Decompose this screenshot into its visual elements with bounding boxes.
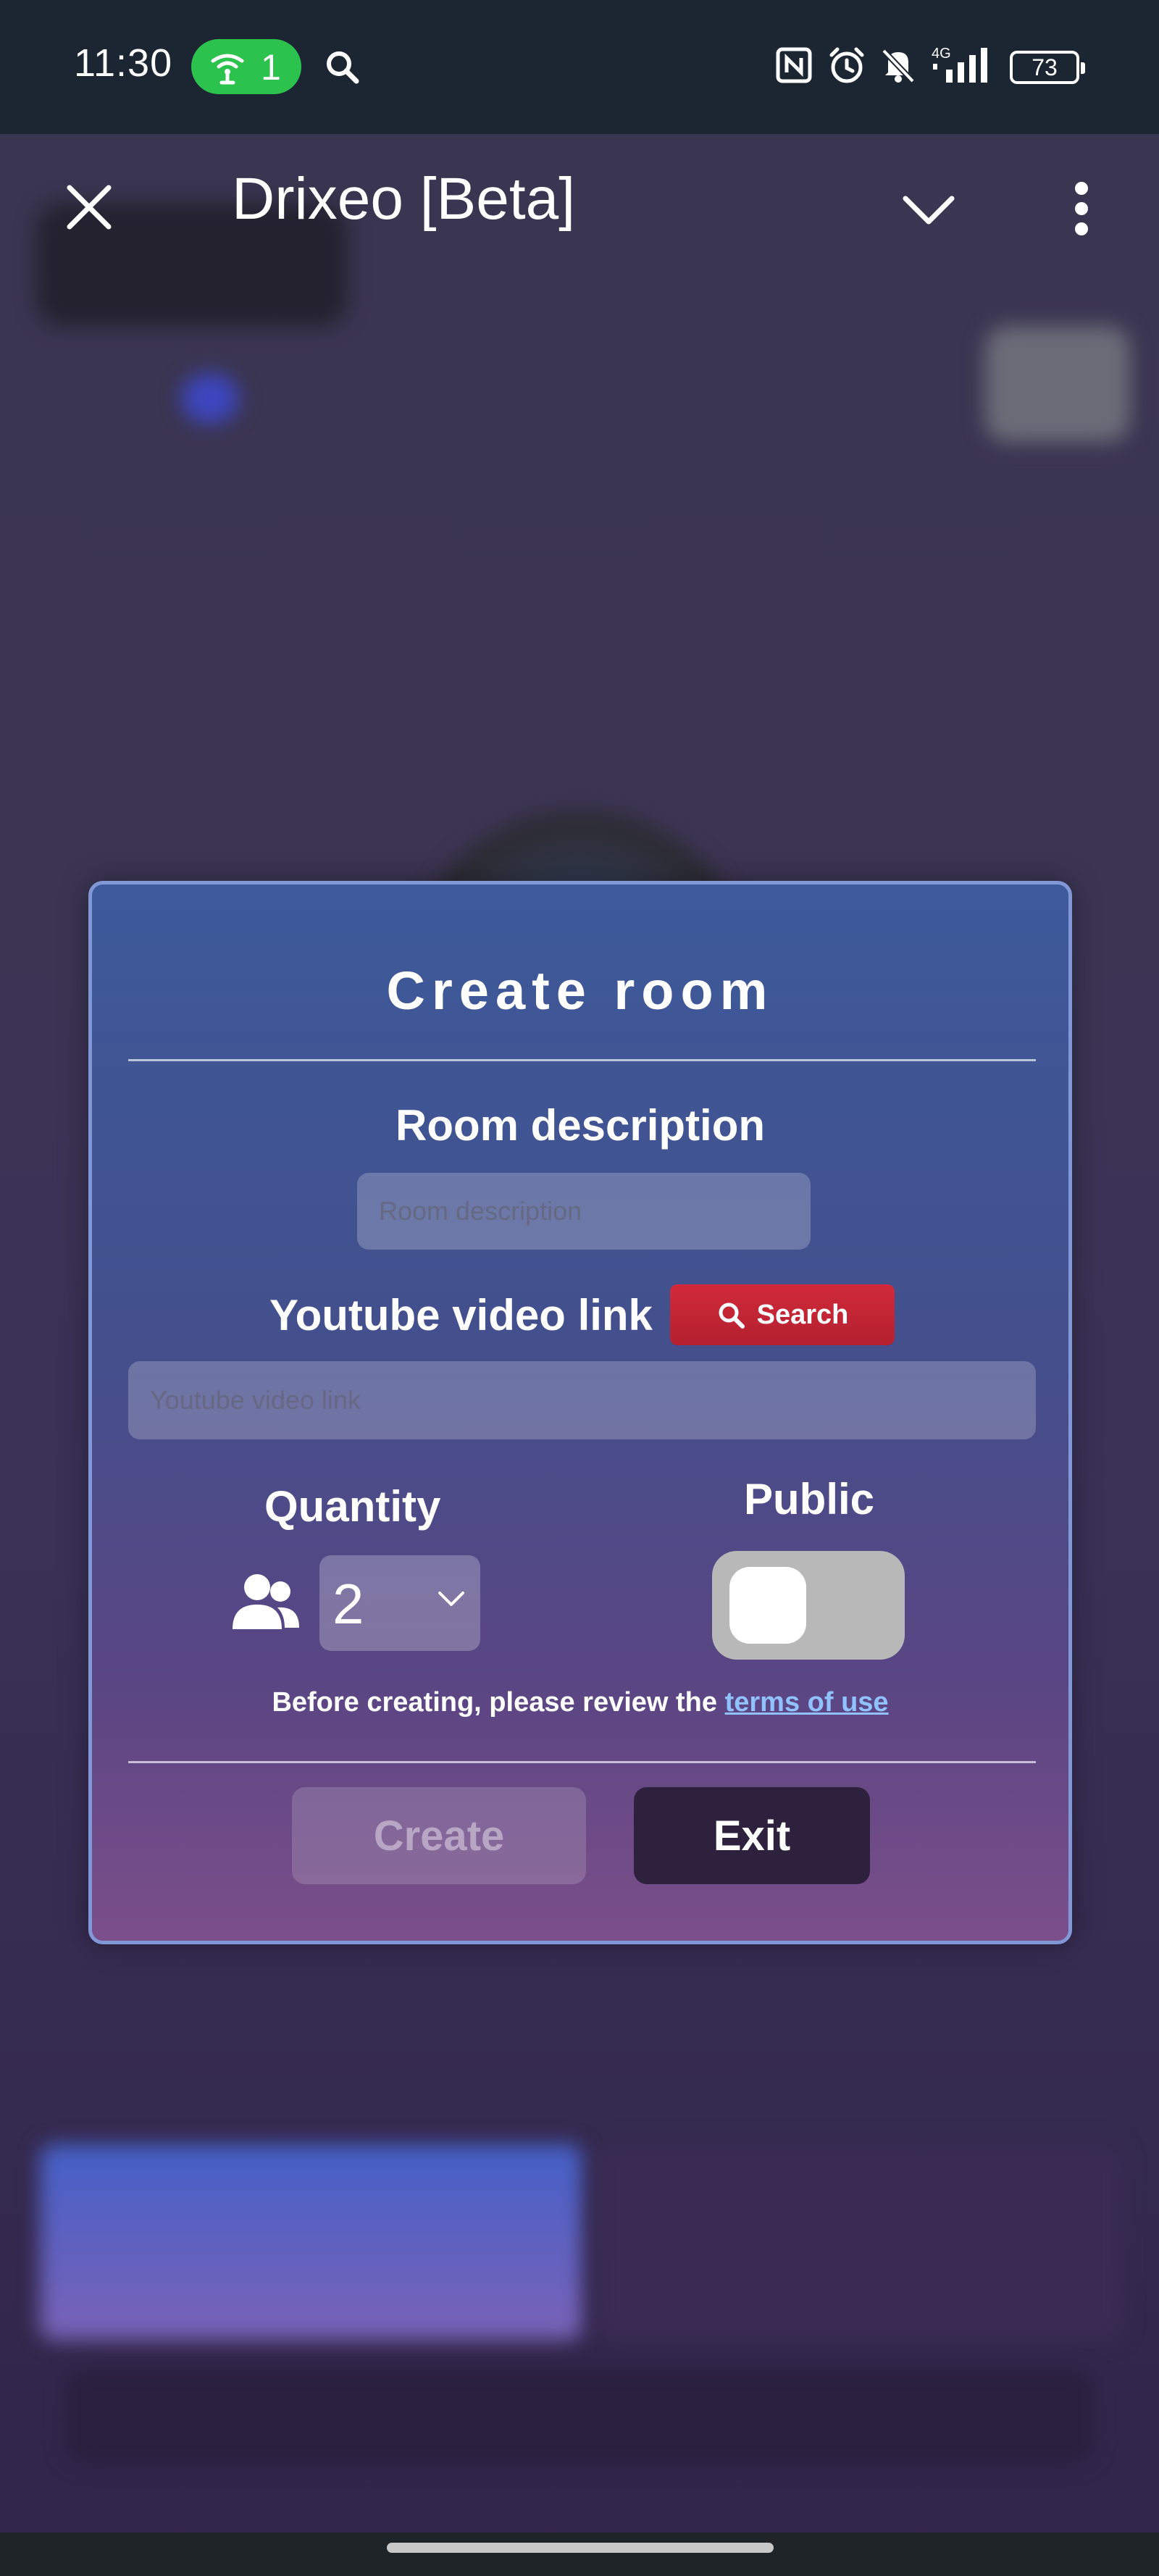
create-room-dialog: Create room Room description Youtube vid… xyxy=(88,881,1072,1944)
quantity-value: 2 xyxy=(332,1572,364,1636)
battery-icon: 73 xyxy=(1010,51,1085,84)
more-vert-icon[interactable] xyxy=(1072,181,1091,236)
room-description-input[interactable] xyxy=(357,1173,811,1250)
youtube-link-input[interactable] xyxy=(128,1361,1036,1439)
alarm-icon xyxy=(829,47,864,83)
hotspot-count: 1 xyxy=(261,47,281,88)
search-button-label: Search xyxy=(756,1299,849,1330)
search-icon xyxy=(719,1302,745,1329)
hotspot-icon xyxy=(211,54,244,85)
battery-level: 73 xyxy=(1032,54,1058,80)
public-label: Public xyxy=(744,1475,875,1523)
search-icon xyxy=(327,51,359,84)
dialog-title: Create room xyxy=(386,961,774,1021)
bg-tab-card-right xyxy=(594,2144,1123,2340)
bg-avatar xyxy=(985,326,1130,442)
close-icon[interactable] xyxy=(65,183,113,231)
chevron-down-icon[interactable] xyxy=(901,194,956,226)
footer-divider xyxy=(128,1761,1036,1763)
status-bar: 11:30 1 4G 73 Drixeo [Beta] xyxy=(0,0,1159,235)
bg-tab-card xyxy=(40,2144,583,2340)
chevron-down-icon xyxy=(438,1592,464,1606)
navigation-bar xyxy=(0,2533,1159,2576)
title-divider xyxy=(128,1059,1036,1061)
exit-button[interactable]: Exit xyxy=(634,1787,870,1884)
terms-of-use-link[interactable]: terms of use xyxy=(725,1687,889,1718)
terms-prefix: Before creating, please review the xyxy=(272,1687,725,1718)
signal-4g-icon: 4G xyxy=(932,46,987,83)
bg-footer-strip xyxy=(65,2369,1094,2463)
nfc-icon xyxy=(776,47,812,83)
mute-icon xyxy=(882,49,915,83)
room-description-label: Room description xyxy=(395,1101,766,1150)
public-toggle[interactable] xyxy=(712,1551,905,1660)
app-title: Drixeo [Beta] xyxy=(232,166,575,232)
youtube-link-label: Youtube video link xyxy=(269,1291,653,1339)
hotspot-indicator[interactable]: 1 xyxy=(191,39,301,94)
youtube-search-button[interactable]: Search xyxy=(670,1284,895,1345)
quantity-label: Quantity xyxy=(264,1482,441,1531)
svg-text:4G: 4G xyxy=(932,46,951,62)
bg-indicator xyxy=(181,373,239,424)
home-gesture-handle[interactable] xyxy=(387,2543,774,2553)
create-button[interactable]: Create xyxy=(292,1787,586,1884)
users-icon xyxy=(233,1574,299,1629)
terms-notice: Before creating, please review the terms… xyxy=(92,1687,1068,1718)
toggle-knob xyxy=(729,1567,806,1644)
status-time: 11:30 xyxy=(74,41,173,85)
quantity-select[interactable]: 2 xyxy=(319,1555,480,1651)
